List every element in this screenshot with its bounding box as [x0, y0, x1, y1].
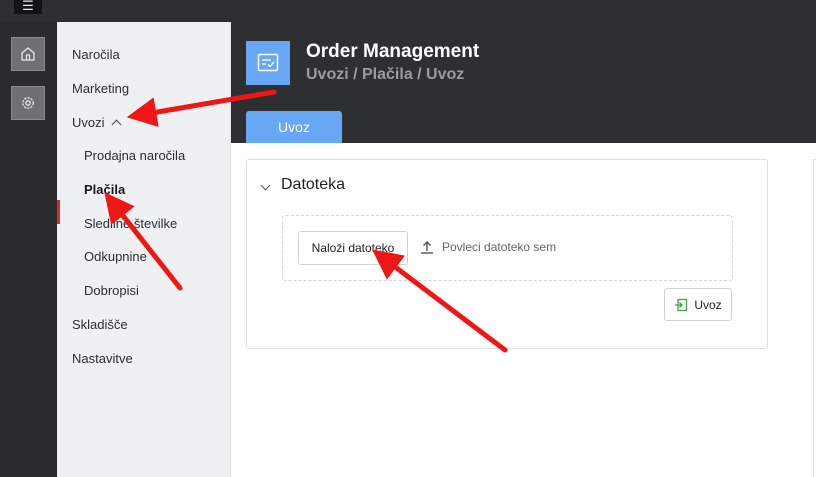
page-title: Order Management: [306, 41, 480, 62]
sidebar: Naročila Marketing Uvozi Prodajna naroči…: [57, 22, 231, 477]
hamburger-icon: ☰: [22, 0, 34, 14]
import-button-label: Uvoz: [694, 297, 722, 312]
breadcrumb: Uvozi / Plačila / Uvoz: [306, 66, 465, 83]
settings-button[interactable]: [11, 86, 45, 120]
sidebar-item-nastavitve[interactable]: Nastavitve: [72, 348, 133, 368]
sidebar-item-uvozi[interactable]: Uvozi: [72, 112, 121, 132]
chevron-up-icon: [111, 119, 121, 129]
page-header: Order Management Uvozi / Plačila / Uvoz …: [231, 22, 816, 143]
sidebar-item-label: Sledilne številke: [84, 215, 178, 231]
gear-icon: [22, 97, 34, 109]
sidebar-item-dobropisi[interactable]: Dobropisi: [84, 280, 139, 300]
menu-button[interactable]: ☰: [14, 0, 42, 14]
import-icon: [675, 298, 688, 311]
sidebar-item-label: Skladišče: [72, 316, 128, 332]
sidebar-item-sledilne-stevilke[interactable]: Sledilne številke: [84, 213, 177, 233]
sidebar-item-label: Uvozi: [72, 114, 105, 130]
sidebar-item-label: Naročila: [72, 46, 120, 62]
top-bar: ☰: [0, 0, 816, 22]
sidebar-item-label: Prodajna naročila: [84, 147, 186, 163]
drop-hint-text: Povleci datoteko sem: [442, 240, 557, 254]
home-button[interactable]: [11, 37, 45, 71]
active-item-marker: [57, 200, 60, 224]
sidebar-item-label: Nastavitve: [72, 350, 133, 366]
app-icon: [246, 41, 290, 85]
sidebar-item-label: Marketing: [72, 80, 130, 96]
chevron-down-icon[interactable]: [260, 180, 271, 191]
sidebar-item-marketing[interactable]: Marketing: [72, 78, 129, 98]
sidebar-item-odkupnine[interactable]: Odkupnine: [84, 246, 147, 266]
drop-hint: Povleci datoteko sem: [420, 240, 556, 254]
file-dropzone[interactable]: Naloži datoteko Povleci datoteko sem: [282, 215, 733, 281]
tab-uvoz[interactable]: Uvoz: [246, 111, 342, 143]
sidebar-item-prodajna-narocila[interactable]: Prodajna naročila: [84, 145, 185, 165]
sidebar-item-label: Odkupnine: [84, 248, 147, 264]
sidebar-item-placila[interactable]: Plačila: [84, 179, 125, 199]
sidebar-item-label: Plačila: [84, 181, 126, 197]
home-icon: [21, 47, 35, 61]
sidebar-item-skladisce[interactable]: Skladišče: [72, 314, 128, 334]
icon-rail: [0, 22, 57, 477]
upload-icon: [421, 241, 433, 254]
main-content: Datoteka Naloži datoteko Povleci datotek…: [231, 143, 816, 477]
sidebar-item-narocila[interactable]: Naročila: [72, 44, 120, 64]
import-button[interactable]: Uvoz: [664, 288, 732, 321]
file-card: Datoteka Naloži datoteko Povleci datotek…: [246, 159, 768, 349]
checklist-icon: [257, 53, 279, 72]
card-title: Datoteka: [281, 176, 346, 193]
sidebar-item-label: Dobropisi: [84, 282, 139, 298]
upload-file-button[interactable]: Naloži datoteko: [298, 231, 408, 265]
